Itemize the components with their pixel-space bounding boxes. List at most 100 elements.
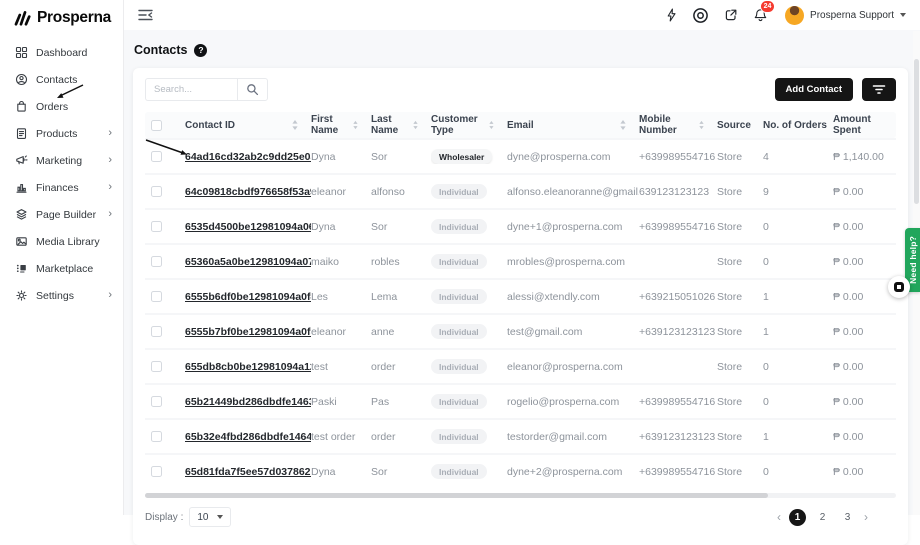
finances-chart-icon	[15, 181, 28, 194]
prev-page-button[interactable]: ‹	[777, 511, 781, 523]
sidebar-item-media-library[interactable]: Media Library	[0, 228, 123, 255]
contact-id-link[interactable]: 64c09818cbdf976658f53a93	[185, 186, 311, 198]
contact-id-link[interactable]: 6555b7bf0be12981094a0f50	[185, 326, 311, 338]
orders-cell: 4	[763, 151, 833, 163]
contact-id-link[interactable]: 65d81fda7f5ee57d037862bb	[185, 466, 311, 478]
sidebar-item-label: Settings	[36, 290, 74, 302]
table-header-row: Contact ID First Name Last Name Customer…	[145, 112, 896, 138]
filter-button[interactable]	[862, 78, 896, 101]
row-checkbox[interactable]	[151, 361, 162, 372]
sidebar-item-dashboard[interactable]: Dashboard	[0, 39, 123, 66]
last-name-cell: Lema	[371, 291, 431, 303]
row-checkbox[interactable]	[151, 221, 162, 232]
sidebar-item-contacts[interactable]: Contacts	[0, 66, 123, 93]
notifications-button[interactable]: 24	[753, 8, 768, 23]
column-header-contact-id[interactable]: Contact ID	[185, 120, 311, 131]
page-header: Contacts ?	[124, 30, 920, 57]
page-button-3[interactable]: 3	[839, 509, 856, 526]
sidebar-item-page-builder[interactable]: Page Builder	[0, 201, 123, 228]
quick-actions-button[interactable]	[666, 8, 677, 22]
column-header-email[interactable]: Email	[507, 120, 639, 131]
contact-id-link[interactable]: 64ad16cd32ab2c9dd25e0a3c	[185, 151, 311, 163]
amount-cell: ₱ 0.00	[833, 431, 896, 443]
sidebar-item-orders[interactable]: Orders	[0, 93, 123, 120]
sidebar-item-finances[interactable]: Finances	[0, 174, 123, 201]
chat-widget-button[interactable]	[888, 276, 910, 298]
row-checkbox[interactable]	[151, 256, 162, 267]
toolbar-actions: Add Contact	[775, 78, 896, 101]
sidebar-item-marketing[interactable]: Marketing	[0, 147, 123, 174]
chat-icon	[894, 282, 904, 292]
source-cell: Store	[717, 326, 763, 338]
row-checkbox[interactable]	[151, 326, 162, 337]
account-menu[interactable]: Prosperna Support	[785, 6, 906, 25]
vertical-scrollbar-thumb[interactable]	[914, 59, 919, 204]
row-checkbox[interactable]	[151, 186, 162, 197]
select-all-checkbox[interactable]	[151, 120, 162, 131]
marketplace-store-icon	[15, 262, 28, 275]
search-button[interactable]	[237, 78, 268, 101]
horizontal-scrollbar-thumb[interactable]	[145, 493, 768, 498]
first-name-cell: Paski	[311, 396, 371, 408]
orders-cell: 1	[763, 326, 833, 338]
table-body: 64ad16cd32ab2c9dd25e0a3c Dyna Sor Wholes…	[145, 138, 896, 488]
help-icon[interactable]: ?	[194, 44, 207, 57]
contact-id-link[interactable]: 65b21449bd286dbdfe1463ac	[185, 396, 311, 408]
sidebar-item-settings[interactable]: Settings	[0, 282, 123, 309]
mobile-cell: +639123123123	[639, 431, 717, 443]
search-icon	[246, 83, 259, 96]
sidebar-collapse-button[interactable]	[138, 9, 153, 21]
column-header-mobile-number[interactable]: Mobile Number	[639, 114, 717, 136]
column-header-customer-type[interactable]: Customer Type	[431, 114, 507, 136]
display-group: Display : 10	[145, 507, 231, 527]
email-cell: mrobles@prosperna.com	[507, 256, 639, 268]
pagination: ‹ 1 2 3 ›	[777, 509, 896, 526]
row-checkbox[interactable]	[151, 291, 162, 302]
email-cell: testorder@gmail.com	[507, 431, 639, 443]
contact-id-link[interactable]: 6555b6df0be12981094a0f4a	[185, 291, 311, 303]
contact-id-link[interactable]: 65360a5a0be12981094a0754	[185, 256, 311, 268]
row-checkbox[interactable]	[151, 396, 162, 407]
table-row: 6535d4500be12981094a06b6 Dyna Sor Indivi…	[145, 208, 896, 243]
row-checkbox[interactable]	[151, 431, 162, 442]
brand-logo[interactable]: Prosperna	[0, 0, 123, 39]
open-store-button[interactable]	[724, 8, 738, 22]
orders-bag-icon	[15, 100, 28, 113]
column-label: Last Name	[371, 114, 413, 136]
sidebar-item-products[interactable]: Products	[0, 120, 123, 147]
column-header-first-name[interactable]: First Name	[311, 114, 371, 136]
contact-id-link[interactable]: 655db8cb0be12981094a1224	[185, 361, 311, 373]
customer-type-badge: Individual	[431, 219, 487, 234]
customer-type-badge: Individual	[431, 184, 487, 199]
first-name-cell: Les	[311, 291, 371, 303]
horizontal-scrollbar[interactable]	[145, 493, 896, 498]
contact-id-link[interactable]: 6535d4500be12981094a06b6	[185, 221, 311, 233]
add-contact-button[interactable]: Add Contact	[775, 78, 853, 101]
amount-cell: ₱ 0.00	[833, 396, 896, 408]
first-name-cell: test order	[311, 431, 371, 443]
page-button-1[interactable]: 1	[789, 509, 806, 526]
prosperna-logo-icon	[13, 10, 32, 26]
search-input[interactable]	[145, 78, 237, 101]
source-cell: Store	[717, 151, 763, 163]
chevron-down-icon	[217, 515, 223, 519]
column-header-source[interactable]: Source	[717, 120, 763, 131]
row-checkbox[interactable]	[151, 466, 162, 477]
row-checkbox[interactable]	[151, 151, 162, 162]
last-name-cell: Pas	[371, 396, 431, 408]
table-row: 6555b7bf0be12981094a0f50 eleanor anne In…	[145, 313, 896, 348]
page-title: Contacts	[134, 43, 187, 57]
orders-cell: 0	[763, 256, 833, 268]
page-button-2[interactable]: 2	[814, 509, 831, 526]
sort-icon	[292, 120, 298, 130]
sidebar-item-marketplace[interactable]: Marketplace	[0, 255, 123, 282]
external-link-icon	[724, 8, 738, 22]
updates-button[interactable]	[692, 7, 709, 24]
column-header-last-name[interactable]: Last Name	[371, 114, 431, 136]
orders-cell: 0	[763, 466, 833, 478]
next-page-button[interactable]: ›	[864, 511, 868, 523]
contact-id-link[interactable]: 65b32e4fbd286dbdfe146458	[185, 431, 311, 443]
page-size-select[interactable]: 10	[189, 507, 231, 527]
first-name-cell: eleanor	[311, 186, 371, 198]
column-header-amount-spent: Amount Spent	[833, 114, 896, 136]
